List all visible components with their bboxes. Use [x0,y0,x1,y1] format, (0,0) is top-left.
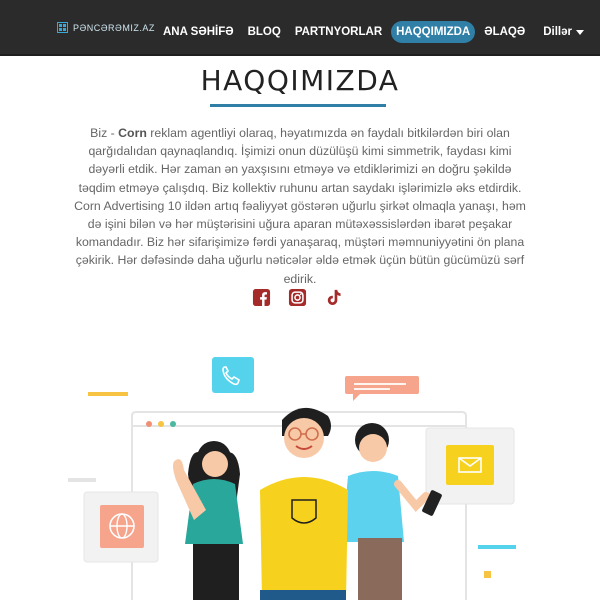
window-grid-icon [57,22,68,33]
tiktok-icon[interactable] [324,288,343,307]
brand-logo[interactable]: PƏNCƏRƏMIZ.AZ [57,22,155,33]
phone-icon [212,357,254,393]
about-paragraph: Biz - Corn reklam agentliyi olaraq, həya… [70,124,530,288]
nav-item-blog[interactable]: BLOQ [243,21,286,43]
top-navbar: PƏNCƏRƏMIZ.AZ ANA SƏHİFƏ BLOQ PARTNYORLA… [0,0,600,56]
languages-label: Dillər [543,26,572,38]
team-illustration [68,357,516,600]
intro-brand: Corn [118,126,147,140]
languages-dropdown[interactable]: Dillər [538,21,589,43]
decor-bar [68,478,96,482]
nav-item-contact[interactable]: ƏLAQƏ [479,21,530,43]
facebook-icon[interactable] [252,288,271,307]
decor-bar [478,545,516,549]
decor-square [484,571,491,578]
main-nav: ANA SƏHİFƏ BLOQ PARTNYORLAR HAQQIMIZDA Ə… [158,21,593,43]
instagram-icon[interactable] [288,288,307,307]
chevron-down-icon [575,29,584,35]
nav-item-partners[interactable]: PARTNYORLAR [290,21,387,43]
decor-bar [88,392,128,396]
title-underline [210,104,386,107]
page-title: HAQQIMIZDA [200,64,400,97]
nav-item-home[interactable]: ANA SƏHİFƏ [158,21,239,43]
chat-bubble-icon [345,376,419,401]
mail-icon [425,427,515,505]
brand-name: PƏNCƏRƏMIZ.AZ [73,22,155,33]
intro-prefix: Biz - [90,126,119,140]
globe-icon [83,491,159,563]
social-links [252,288,343,307]
nav-item-about[interactable]: HAQQIMIZDA [391,21,476,43]
intro-body: reklam agentliyi olaraq, həyatımızda ən … [74,126,526,286]
